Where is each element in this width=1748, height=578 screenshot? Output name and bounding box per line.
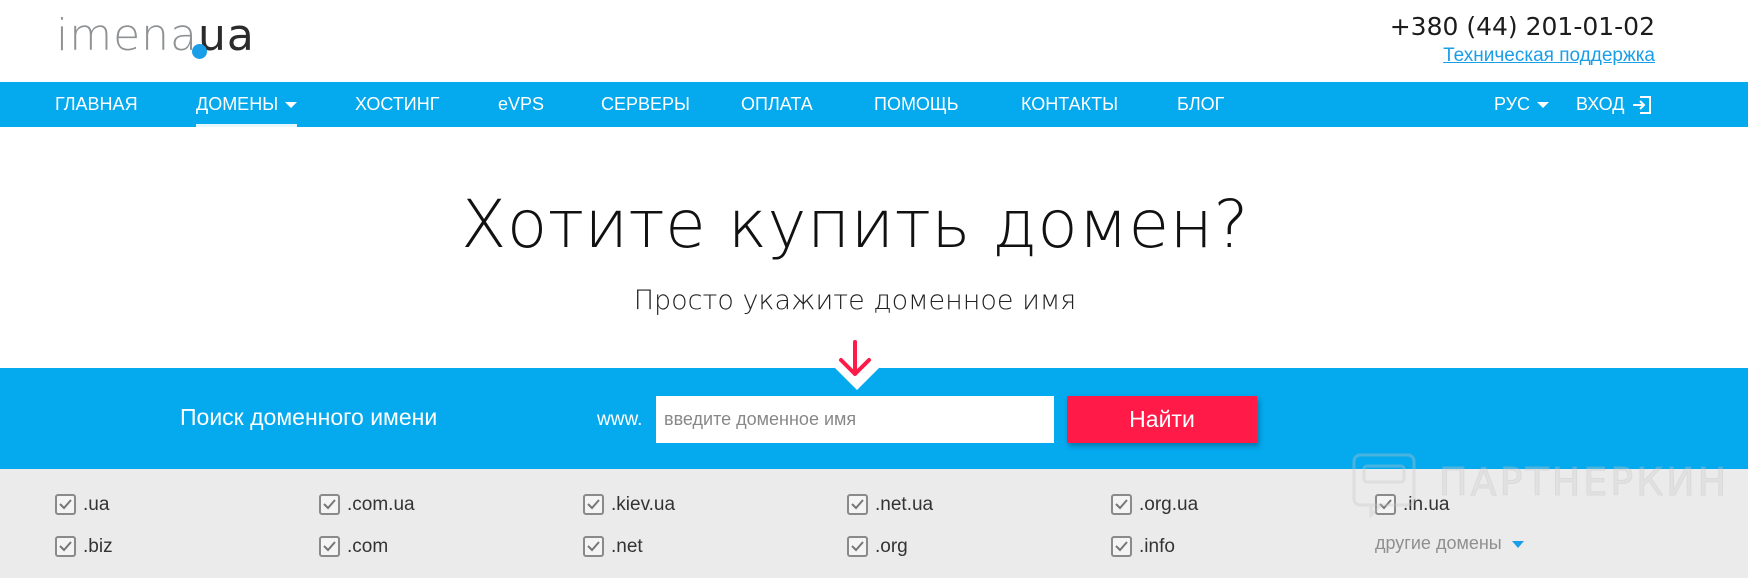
nav-item-payment[interactable]: ОПЛАТА bbox=[741, 82, 813, 127]
checkbox[interactable] bbox=[847, 494, 868, 515]
zone-label: .com.ua bbox=[347, 494, 415, 515]
check-icon bbox=[59, 541, 72, 552]
arrow-down-icon bbox=[839, 340, 871, 376]
nav-item-home[interactable]: ГЛАВНАЯ bbox=[55, 82, 138, 127]
zone-label: .ua bbox=[83, 494, 110, 515]
login-label: ВХОД bbox=[1576, 94, 1625, 114]
other-domains-label: другие домены bbox=[1375, 533, 1502, 553]
main-nav: ГЛАВНАЯ ДОМЕНЫ ХОСТИНГ eVPS СЕРВЕРЫ ОПЛА… bbox=[0, 82, 1748, 127]
nav-item-label: СЕРВЕРЫ bbox=[601, 94, 690, 114]
search-button[interactable]: Найти bbox=[1067, 396, 1257, 443]
checkbox[interactable] bbox=[583, 536, 604, 557]
zone-label: .kiev.ua bbox=[611, 494, 676, 515]
zone-label: .com bbox=[347, 536, 389, 557]
nav-item-hosting[interactable]: ХОСТИНГ bbox=[355, 82, 440, 127]
check-icon bbox=[1115, 499, 1128, 510]
logo-dot bbox=[192, 44, 207, 59]
check-icon bbox=[587, 541, 600, 552]
watermark-text: ПАРТНЕРКИН bbox=[1438, 460, 1730, 505]
checkbox[interactable] bbox=[847, 536, 868, 557]
logo[interactable]: imenaua bbox=[56, 10, 255, 66]
zone-label: .biz bbox=[83, 536, 113, 557]
nav-item-blog[interactable]: БЛОГ bbox=[1177, 82, 1224, 127]
nav-item-servers[interactable]: СЕРВЕРЫ bbox=[601, 82, 690, 127]
page-title: Хотите купить домен? bbox=[461, 186, 1249, 263]
nav-item-help[interactable]: ПОМОЩЬ bbox=[874, 82, 959, 127]
watermark-logo-icon bbox=[1352, 453, 1416, 518]
check-icon bbox=[323, 499, 336, 510]
caret-down-icon bbox=[285, 102, 298, 109]
caret-down-icon bbox=[1511, 540, 1524, 548]
zone-label: .org bbox=[875, 536, 908, 557]
checkbox[interactable] bbox=[583, 494, 604, 515]
check-icon bbox=[59, 499, 72, 510]
language-label: РУС bbox=[1494, 94, 1531, 114]
check-icon bbox=[851, 499, 864, 510]
check-icon bbox=[323, 541, 336, 552]
www-prefix: www. bbox=[597, 409, 643, 430]
nav-item-label: ДОМЕНЫ bbox=[196, 94, 279, 114]
logo-name: imena bbox=[56, 10, 199, 61]
check-icon bbox=[1115, 541, 1128, 552]
check-icon bbox=[851, 541, 864, 552]
checkbox[interactable] bbox=[319, 536, 340, 557]
login-icon bbox=[1633, 96, 1652, 115]
nav-item-label: ХОСТИНГ bbox=[355, 94, 440, 114]
other-domains-toggle[interactable]: другие домены bbox=[1375, 533, 1524, 554]
zone-label: .info bbox=[1139, 536, 1175, 557]
phone-number: +380 (44) 201-01-02 bbox=[1389, 12, 1655, 41]
nav-item-label: ГЛАВНАЯ bbox=[55, 94, 138, 114]
domain-search-input[interactable] bbox=[656, 396, 1054, 443]
checkbox[interactable] bbox=[319, 494, 340, 515]
zone-label: .org.ua bbox=[1139, 494, 1199, 515]
support-link[interactable]: Техническая поддержка bbox=[1443, 45, 1655, 67]
caret-down-icon bbox=[1537, 102, 1550, 109]
nav-item-label: КОНТАКТЫ bbox=[1021, 94, 1119, 114]
nav-item-label: БЛОГ bbox=[1177, 94, 1225, 114]
search-label: Поиск доменного имени bbox=[180, 404, 438, 430]
checkbox[interactable] bbox=[55, 494, 76, 515]
nav-item-label: ОПЛАТА bbox=[741, 94, 813, 114]
language-selector[interactable]: РУС bbox=[1494, 82, 1550, 127]
checkbox[interactable] bbox=[1111, 494, 1132, 515]
nav-item-domains[interactable]: ДОМЕНЫ bbox=[196, 82, 298, 127]
zone-label: .net.ua bbox=[875, 494, 934, 515]
nav-item-contacts[interactable]: КОНТАКТЫ bbox=[1021, 82, 1118, 127]
nav-item-evps[interactable]: eVPS bbox=[498, 82, 544, 127]
check-icon bbox=[587, 499, 600, 510]
page-subtitle: Просто укажите доменное имя bbox=[633, 285, 1077, 316]
nav-item-label: eVPS bbox=[498, 94, 545, 114]
site-header: imenaua +380 (44) 201-01-02 Техническая … bbox=[0, 0, 1748, 82]
checkbox[interactable] bbox=[55, 536, 76, 557]
zone-label: .net bbox=[611, 536, 643, 557]
nav-item-label: ПОМОЩЬ bbox=[874, 94, 959, 114]
login-button[interactable]: ВХОД bbox=[1576, 82, 1652, 127]
checkbox[interactable] bbox=[1111, 536, 1132, 557]
